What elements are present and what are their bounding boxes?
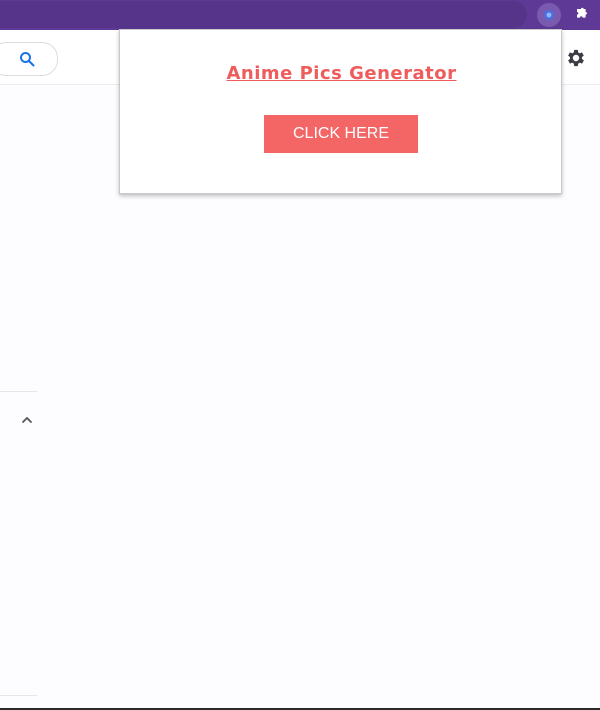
extensions-menu-button[interactable]	[569, 3, 593, 27]
sidebar-divider	[0, 391, 37, 392]
search-box[interactable]	[0, 42, 58, 76]
puzzle-icon	[577, 7, 587, 18]
anime-extension-button[interactable]	[537, 3, 561, 27]
gear-icon[interactable]	[565, 47, 587, 69]
search-icon	[20, 52, 35, 67]
chevron-up-icon[interactable]	[20, 413, 34, 427]
click-here-button[interactable]: CLICK HERE	[264, 115, 418, 153]
browser-toolbar	[0, 0, 600, 30]
address-bar[interactable]	[0, 1, 527, 28]
popup-title[interactable]: Anime Pics Generator	[120, 63, 563, 84]
extension-popup: Anime Pics Generator CLICK HERE	[119, 29, 562, 194]
extension-icon	[544, 10, 554, 20]
sidebar-divider-bottom	[0, 695, 37, 696]
